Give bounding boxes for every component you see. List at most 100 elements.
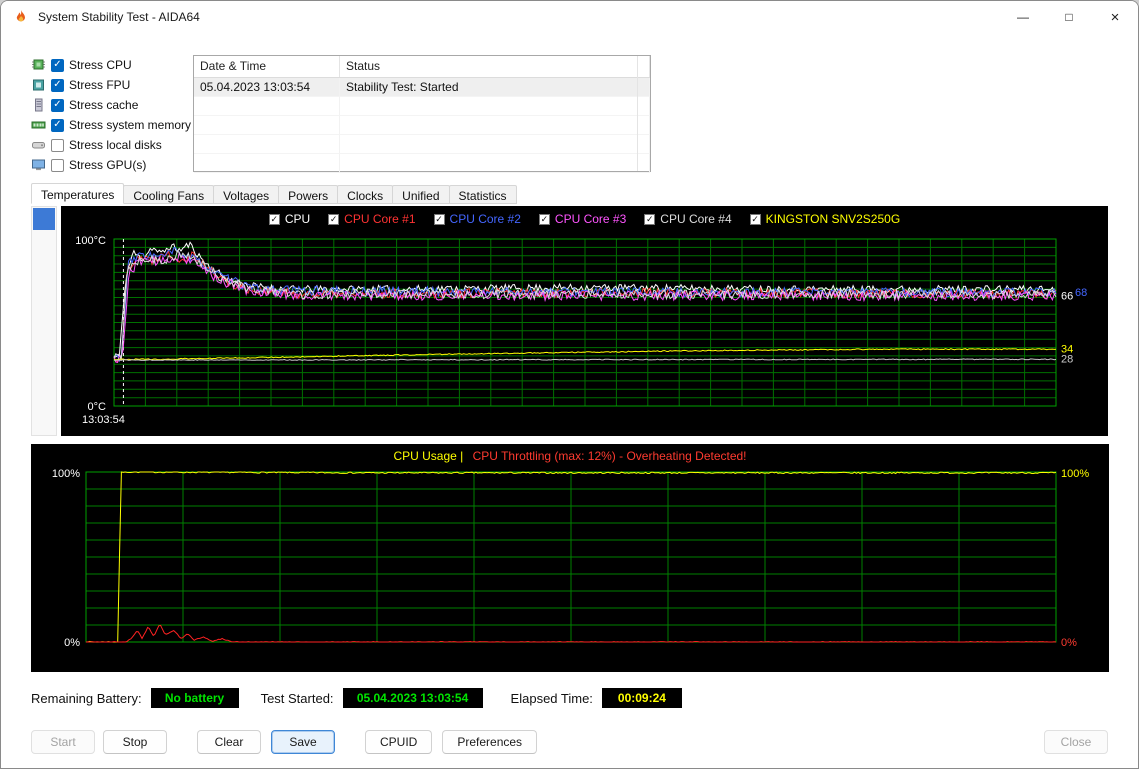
tab-powers[interactable]: Powers — [278, 185, 339, 204]
legend-item-core4[interactable]: CPU Core #4 — [644, 212, 732, 226]
test-started-value: 05.04.2023 13:03:54 — [342, 688, 483, 708]
throttling-alert-text: CPU Throttling (max: 12%) - Overheating … — [472, 449, 747, 463]
memory-icon — [31, 118, 47, 132]
flame-icon — [13, 9, 29, 25]
stress-option-gpu[interactable]: Stress GPU(s) — [31, 155, 193, 175]
cpu-usage-chart: CPU Usage | CPU Throttling (max: 12%) - … — [31, 444, 1109, 672]
legend-checkbox-ssd[interactable] — [749, 213, 761, 225]
svg-text:28: 28 — [1061, 354, 1073, 366]
stress-fpu-label: Stress FPU — [69, 78, 131, 92]
stress-option-cpu[interactable]: Stress CPU — [31, 55, 193, 75]
start-button[interactable]: Start — [31, 730, 95, 754]
battery-value: No battery — [150, 688, 239, 708]
legend-checkbox-core3[interactable] — [538, 213, 550, 225]
tab-unified[interactable]: Unified — [392, 185, 450, 204]
elapsed-time-value: 00:09:24 — [601, 688, 682, 708]
svg-text:100%: 100% — [52, 468, 80, 480]
titlebar: System Stability Test - AIDA64 — □ × — [1, 1, 1138, 33]
disk-icon — [31, 138, 47, 152]
tab-clocks[interactable]: Clocks — [337, 185, 394, 204]
event-datetime-cell: 05.04.2023 13:03:54 — [194, 78, 340, 97]
stability-test-window: System Stability Test - AIDA64 — □ × Str… — [0, 0, 1139, 769]
event-log-table: Date & Time Status 05.04.2023 13:03:54 S… — [193, 55, 651, 173]
stress-cpu-checkbox[interactable] — [51, 58, 64, 72]
column-header-datetime[interactable]: Date & Time — [194, 56, 340, 77]
legend-item-core2[interactable]: CPU Core #2 — [433, 212, 521, 226]
scrollbar-thumb[interactable] — [33, 208, 55, 230]
legend-label-core2: CPU Core #2 — [449, 212, 521, 226]
preferences-button[interactable]: Preferences — [442, 730, 538, 754]
svg-text:100%: 100% — [1061, 468, 1089, 480]
window-title: System Stability Test - AIDA64 — [38, 10, 200, 24]
legend-checkbox-core1[interactable] — [328, 213, 340, 225]
legend-item-core1[interactable]: CPU Core #1 — [328, 212, 416, 226]
stop-button[interactable]: Stop — [103, 730, 167, 754]
dialog-content: Stress CPU Stress FPU Stress cache — [1, 33, 1138, 754]
stress-option-memory[interactable]: Stress system memory — [31, 115, 193, 135]
event-log-empty-row — [194, 116, 650, 135]
maximize-icon[interactable]: □ — [1046, 1, 1092, 33]
cpu-usage-plot: 100% 0% 100% 0% — [52, 468, 1089, 649]
minimize-icon[interactable]: — — [1000, 1, 1046, 33]
cpuid-button[interactable]: CPUID — [365, 730, 433, 754]
tab-voltages[interactable]: Voltages — [213, 185, 280, 204]
legend-label-core4: CPU Core #4 — [660, 212, 732, 226]
column-header-status[interactable]: Status — [340, 56, 650, 77]
legend-label-core3: CPU Core #3 — [554, 212, 627, 226]
temperatures-chart: CPU CPU Core #1 CPU Core #2 CPU Core #3 … — [60, 206, 1108, 436]
window-controls: — □ × — [1000, 1, 1138, 33]
tab-statistics[interactable]: Statistics — [448, 185, 517, 204]
fpu-icon — [31, 78, 47, 92]
stress-option-fpu[interactable]: Stress FPU — [31, 75, 193, 95]
legend-checkbox-cpu[interactable] — [268, 213, 280, 225]
legend-label-ssd: KINGSTON SNV2S250G — [765, 212, 901, 226]
test-started-label: Test Started: — [260, 690, 334, 706]
gpu-icon — [31, 158, 47, 172]
cpu-icon — [31, 58, 47, 72]
stress-option-disks[interactable]: Stress local disks — [31, 135, 193, 155]
legend-label-cpu: CPU — [284, 212, 311, 226]
tab-cooling-fans[interactable]: Cooling Fans — [123, 185, 215, 204]
svg-text:0%: 0% — [1061, 637, 1077, 649]
event-log-empty-row — [194, 97, 650, 116]
stress-disks-checkbox[interactable] — [51, 138, 64, 152]
cpu-usage-title: CPU Usage | CPU Throttling (max: 12%) - … — [31, 449, 1109, 463]
cache-icon — [31, 98, 47, 112]
save-button[interactable]: Save — [271, 730, 335, 754]
clear-button[interactable]: Clear — [197, 730, 261, 754]
legend-checkbox-core4[interactable] — [644, 213, 656, 225]
event-log-empty-row — [194, 154, 650, 173]
temperatures-legend: CPU CPU Core #1 CPU Core #2 CPU Core #3 … — [61, 212, 1108, 226]
stress-fpu-checkbox[interactable] — [51, 78, 64, 92]
tab-strip: Temperatures Cooling Fans Voltages Power… — [31, 183, 1108, 204]
elapsed-time-label: Elapsed Time: — [510, 690, 593, 706]
event-log-header: Date & Time Status — [194, 56, 650, 78]
legend-item-core3[interactable]: CPU Core #3 — [538, 212, 627, 226]
close-button[interactable]: Close — [1044, 730, 1108, 754]
stress-gpu-label: Stress GPU(s) — [69, 158, 147, 172]
legend-item-ssd[interactable]: KINGSTON SNV2S250G — [749, 212, 901, 226]
chart-vertical-scrollbar[interactable] — [31, 206, 57, 436]
temperatures-plot: 66 683428100°C0°C13:03:54 — [75, 235, 1087, 426]
stress-cpu-label: Stress CPU — [69, 58, 132, 72]
legend-item-cpu[interactable]: CPU — [268, 212, 311, 226]
event-log-empty-row — [194, 135, 650, 154]
event-log-row[interactable]: 05.04.2023 13:03:54 Stability Test: Star… — [194, 78, 650, 97]
stress-gpu-checkbox[interactable] — [51, 158, 64, 172]
legend-checkbox-core2[interactable] — [433, 213, 445, 225]
svg-text:68: 68 — [1075, 287, 1087, 299]
button-bar: Start Stop Clear Save CPUID Preferences … — [31, 730, 1108, 754]
svg-text:66: 66 — [1061, 290, 1073, 302]
stress-option-cache[interactable]: Stress cache — [31, 95, 193, 115]
stress-options-list: Stress CPU Stress FPU Stress cache — [31, 55, 193, 175]
cpu-usage-title-text: CPU Usage | — [393, 449, 464, 463]
tab-temperatures[interactable]: Temperatures — [31, 183, 125, 204]
stress-memory-checkbox[interactable] — [51, 118, 64, 132]
status-bar: Remaining Battery: No battery Test Start… — [31, 688, 1108, 708]
svg-text:13:03:54: 13:03:54 — [82, 414, 125, 426]
close-icon[interactable]: × — [1092, 1, 1138, 33]
battery-label: Remaining Battery: — [31, 690, 142, 706]
stress-cache-checkbox[interactable] — [51, 98, 64, 112]
stress-cache-label: Stress cache — [69, 98, 139, 112]
stress-memory-label: Stress system memory — [69, 118, 192, 132]
